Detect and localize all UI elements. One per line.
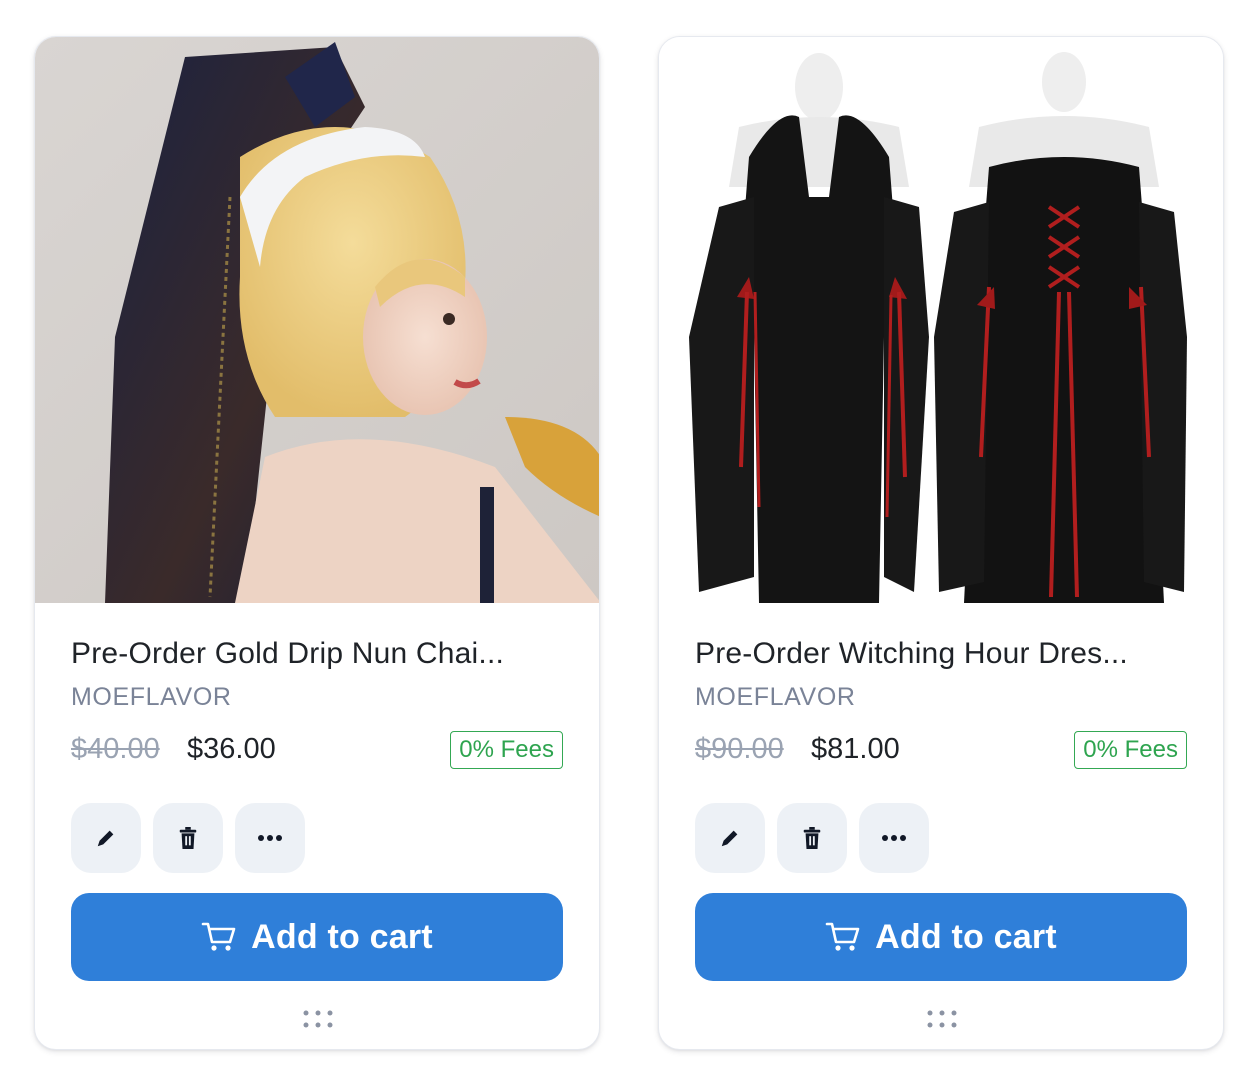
sale-price: $36.00: [187, 733, 276, 765]
drag-handle[interactable]: [924, 1007, 960, 1031]
delete-button[interactable]: [777, 803, 847, 873]
drag-handle[interactable]: [300, 1007, 336, 1031]
product-image[interactable]: [659, 37, 1223, 603]
price-row: $40.00 $36.00 0% Fees: [71, 731, 563, 771]
add-to-cart-label: Add to cart: [251, 917, 433, 956]
cart-icon: [201, 922, 236, 951]
add-to-cart-button[interactable]: Add to cart: [695, 893, 1187, 981]
fees-badge: 0% Fees: [1074, 731, 1187, 769]
cart-icon: [825, 922, 860, 951]
sale-price: $81.00: [811, 733, 900, 765]
original-price: $40.00: [71, 733, 160, 765]
original-price: $90.00: [695, 733, 784, 765]
product-title[interactable]: Pre-Order Witching Hour Dres...: [695, 637, 1187, 671]
product-grid: Pre-Order Gold Drip Nun Chai... MOEFLAVO…: [0, 0, 1249, 1080]
product-brand[interactable]: MOEFLAVOR: [695, 683, 856, 712]
price-row: $90.00 $81.00 0% Fees: [695, 731, 1187, 771]
trash-icon: [179, 827, 197, 849]
more-horizontal-icon: [882, 835, 906, 841]
pencil-icon: [721, 830, 738, 847]
more-options-button[interactable]: [859, 803, 929, 873]
add-to-cart-button[interactable]: Add to cart: [71, 893, 563, 981]
pencil-icon: [97, 830, 114, 847]
product-brand[interactable]: MOEFLAVOR: [71, 683, 232, 712]
product-title[interactable]: Pre-Order Gold Drip Nun Chai...: [71, 637, 563, 671]
product-image[interactable]: [35, 37, 599, 603]
edit-button[interactable]: [695, 803, 765, 873]
drag-handle-icon: [927, 1010, 957, 1028]
more-horizontal-icon: [258, 835, 282, 841]
edit-button[interactable]: [71, 803, 141, 873]
delete-button[interactable]: [153, 803, 223, 873]
product-card[interactable]: Pre-Order Gold Drip Nun Chai... MOEFLAVO…: [34, 36, 600, 1050]
drag-handle-icon: [303, 1010, 333, 1028]
product-card[interactable]: Pre-Order Witching Hour Dres... MOEFLAVO…: [658, 36, 1224, 1050]
fees-badge: 0% Fees: [450, 731, 563, 769]
trash-icon: [803, 827, 821, 849]
more-options-button[interactable]: [235, 803, 305, 873]
add-to-cart-label: Add to cart: [875, 917, 1057, 956]
